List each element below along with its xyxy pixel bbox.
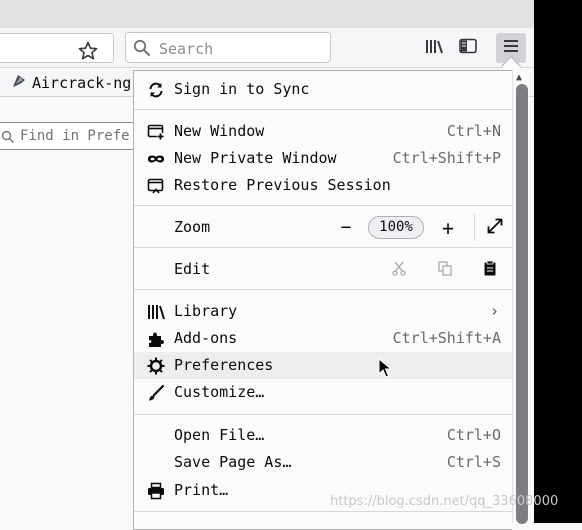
hamburger-icon — [502, 38, 520, 58]
sidebar-icon — [458, 37, 478, 59]
search-icon — [133, 39, 151, 61]
new-private-window-shortcut: Ctrl+Shift+P — [392, 149, 501, 167]
new-window-shortcut: Ctrl+N — [446, 122, 501, 140]
preferences-item[interactable]: Preferences — [134, 352, 513, 379]
copy-button[interactable] — [431, 256, 459, 283]
window-edge — [534, 0, 582, 523]
restore-session-label: Restore Previous Session — [174, 176, 391, 194]
fullscreen-icon — [486, 217, 504, 239]
zoom-out-button[interactable]: − — [334, 214, 358, 241]
zoom-reset-button[interactable]: 100% — [368, 216, 424, 239]
clipboard-icon — [482, 260, 498, 280]
separator — [134, 247, 513, 248]
paintbrush-icon — [147, 384, 165, 402]
cut-button[interactable] — [385, 256, 413, 283]
chevron-right-icon: › — [489, 302, 499, 320]
open-file-label: Open File… — [174, 426, 265, 444]
sign-in-to-sync-item[interactable]: Sign in to Sync — [134, 76, 513, 103]
save-page-shortcut: Ctrl+S — [446, 453, 501, 471]
open-file-shortcut: Ctrl+O — [446, 426, 501, 444]
new-window-label: New Window — [174, 122, 265, 140]
gear-icon — [147, 357, 165, 375]
plus-icon: + — [441, 215, 455, 240]
search-placeholder: Search — [159, 40, 214, 58]
save-page-label: Save Page As… — [174, 453, 292, 471]
mouse-cursor-icon — [378, 357, 393, 382]
tab-strip — [0, 0, 534, 28]
sidebar-button[interactable] — [453, 33, 483, 63]
penguin-icon — [10, 72, 28, 94]
sync-icon — [147, 81, 165, 99]
customize-item[interactable]: Customize… — [134, 379, 513, 406]
fullscreen-button[interactable] — [474, 214, 506, 241]
minus-icon: − — [340, 217, 352, 238]
separator — [134, 109, 513, 110]
add-ons-shortcut: Ctrl+Shift+A — [392, 329, 501, 347]
restore-session-icon — [147, 177, 165, 195]
new-window-item[interactable]: New Window Ctrl+N — [134, 118, 513, 145]
separator — [134, 205, 513, 206]
scrollbar-thumb[interactable] — [516, 84, 528, 524]
puzzle-piece-icon — [147, 330, 165, 348]
library-label: Library — [174, 302, 238, 320]
private-mask-icon — [147, 150, 165, 168]
scroll-up-arrow-icon[interactable]: ▲ — [516, 72, 522, 83]
sign-in-label: Sign in to Sync — [174, 80, 310, 98]
print-label: Print… — [174, 481, 229, 499]
add-ons-label: Add-ons — [174, 329, 238, 347]
edit-row: Edit — [134, 256, 513, 283]
customize-label: Customize… — [174, 383, 265, 401]
new-private-window-label: New Private Window — [174, 149, 337, 167]
watermark-text: https://blog.csdn.net/qq_33608000 — [330, 494, 559, 509]
edit-label: Edit — [174, 260, 211, 278]
copy-icon — [437, 260, 453, 280]
url-bar[interactable] — [0, 33, 114, 63]
zoom-label: Zoom — [174, 218, 211, 236]
bookmark-item[interactable]: Aircrack-ng — [10, 72, 131, 94]
separator — [134, 511, 513, 512]
paste-button[interactable] — [476, 256, 504, 283]
library-item[interactable]: Library › — [134, 298, 513, 325]
bookmark-label: Aircrack-ng — [32, 74, 132, 92]
save-page-item[interactable]: Save Page As… Ctrl+S — [134, 449, 513, 476]
library-button[interactable] — [419, 33, 449, 63]
open-file-item[interactable]: Open File… Ctrl+O — [134, 422, 513, 449]
zoom-in-button[interactable]: + — [436, 214, 460, 241]
find-in-preferences-input[interactable]: Find in Prefe — [0, 122, 136, 150]
separator — [134, 414, 513, 415]
library-icon — [424, 37, 444, 59]
scissors-icon — [391, 260, 407, 280]
menu-scrollbar[interactable]: ▲ — [512, 70, 529, 524]
new-private-window-item[interactable]: New Private Window Ctrl+Shift+P — [134, 145, 513, 172]
bookmark-star-icon[interactable] — [77, 40, 99, 62]
printer-icon — [147, 482, 165, 500]
zoom-row: Zoom − 100% + — [134, 214, 513, 241]
separator — [134, 289, 513, 290]
app-menu-panel: Sign in to Sync New Window Ctrl+N New Pr… — [133, 70, 513, 530]
find-placeholder: Find in Prefe — [20, 128, 130, 144]
preferences-label: Preferences — [174, 356, 274, 374]
restore-session-item[interactable]: Restore Previous Session — [134, 172, 513, 199]
navigation-toolbar: Search — [0, 28, 534, 68]
search-icon — [1, 129, 15, 148]
add-ons-item[interactable]: Add-ons Ctrl+Shift+A — [134, 325, 513, 352]
new-window-icon — [147, 123, 165, 141]
library-icon — [147, 303, 165, 321]
search-bar[interactable]: Search — [125, 32, 331, 63]
